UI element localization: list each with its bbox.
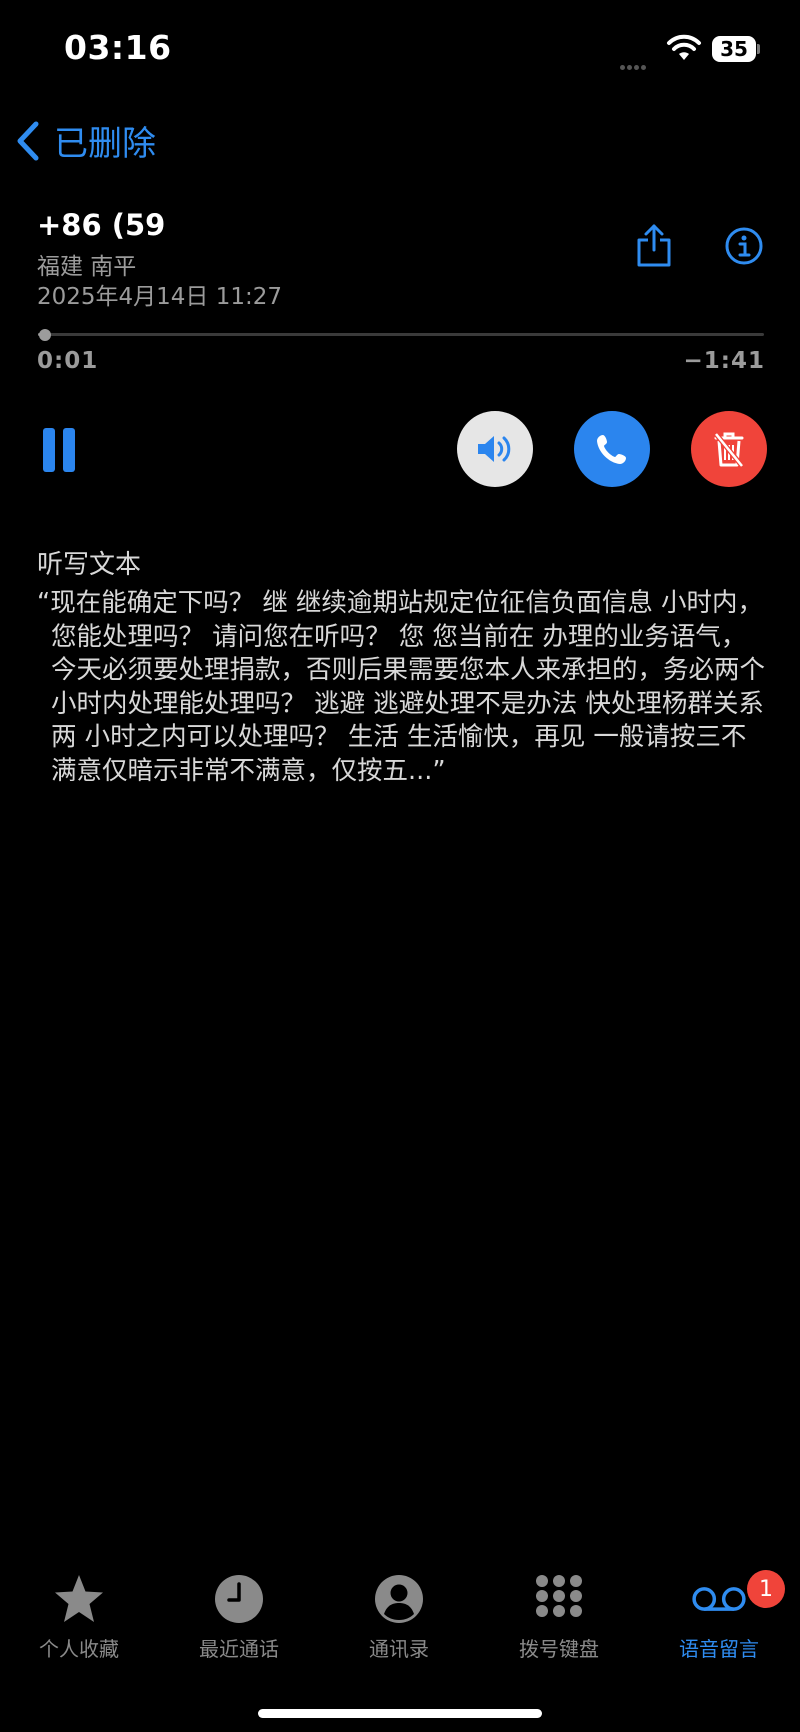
caller-location: 福建 南平 bbox=[37, 254, 137, 280]
tab-recents[interactable]: 最近通话 bbox=[164, 1572, 314, 1662]
tab-label: 通讯录 bbox=[369, 1637, 429, 1661]
tab-label: 个人收藏 bbox=[39, 1637, 119, 1661]
remaining-time: −1:41 bbox=[683, 348, 765, 374]
tab-label: 最近通话 bbox=[199, 1637, 279, 1661]
cellular-signal-icon bbox=[620, 55, 648, 74]
wifi-icon bbox=[667, 34, 701, 60]
elapsed-time: 0:01 bbox=[37, 348, 99, 374]
scrubber-handle[interactable] bbox=[39, 329, 52, 341]
tab-contacts[interactable]: 通讯录 bbox=[324, 1572, 474, 1662]
call-back-button[interactable] bbox=[574, 411, 650, 487]
back-label: 已删除 bbox=[54, 124, 156, 164]
playback-scrubber[interactable] bbox=[38, 333, 764, 336]
voicemail-badge: 1 bbox=[747, 1570, 785, 1608]
pause-icon bbox=[43, 428, 55, 472]
back-button[interactable]: 已删除 bbox=[16, 116, 156, 165]
speaker-button[interactable] bbox=[457, 411, 533, 487]
caller-number: +86 (59 bbox=[37, 208, 166, 242]
battery-indicator: 35 bbox=[712, 36, 756, 62]
pause-button[interactable] bbox=[43, 428, 79, 472]
trash-icon bbox=[714, 432, 744, 468]
delete-button[interactable] bbox=[691, 411, 767, 487]
voicemail-icon bbox=[692, 1586, 746, 1611]
transcript-heading: 听写文本 bbox=[37, 550, 142, 580]
clock-icon bbox=[215, 1574, 263, 1623]
home-indicator[interactable] bbox=[258, 1709, 542, 1718]
voicemail-datetime: 2025年4月14日 11:27 bbox=[37, 284, 283, 310]
speaker-icon bbox=[478, 436, 511, 462]
tab-label: 语音留言 bbox=[679, 1637, 759, 1661]
share-icon[interactable] bbox=[634, 222, 674, 268]
phone-icon bbox=[597, 435, 626, 464]
keypad-icon bbox=[536, 1574, 582, 1617]
tab-favorites[interactable]: 个人收藏 bbox=[4, 1572, 154, 1662]
star-icon bbox=[55, 1574, 103, 1622]
tab-keypad[interactable]: 拨号键盘 bbox=[484, 1572, 634, 1662]
status-time: 03:16 bbox=[64, 28, 172, 67]
tab-label: 拨号键盘 bbox=[519, 1637, 599, 1661]
chevron-left-icon bbox=[17, 121, 39, 160]
transcript-text: “现在能确定下吗？ 继 继续逾期站规定位征信负面信息 小时内，您能处理吗？ 请问… bbox=[37, 588, 766, 786]
info-icon[interactable] bbox=[724, 226, 764, 266]
battery-cap bbox=[757, 44, 760, 54]
person-icon bbox=[375, 1574, 423, 1623]
